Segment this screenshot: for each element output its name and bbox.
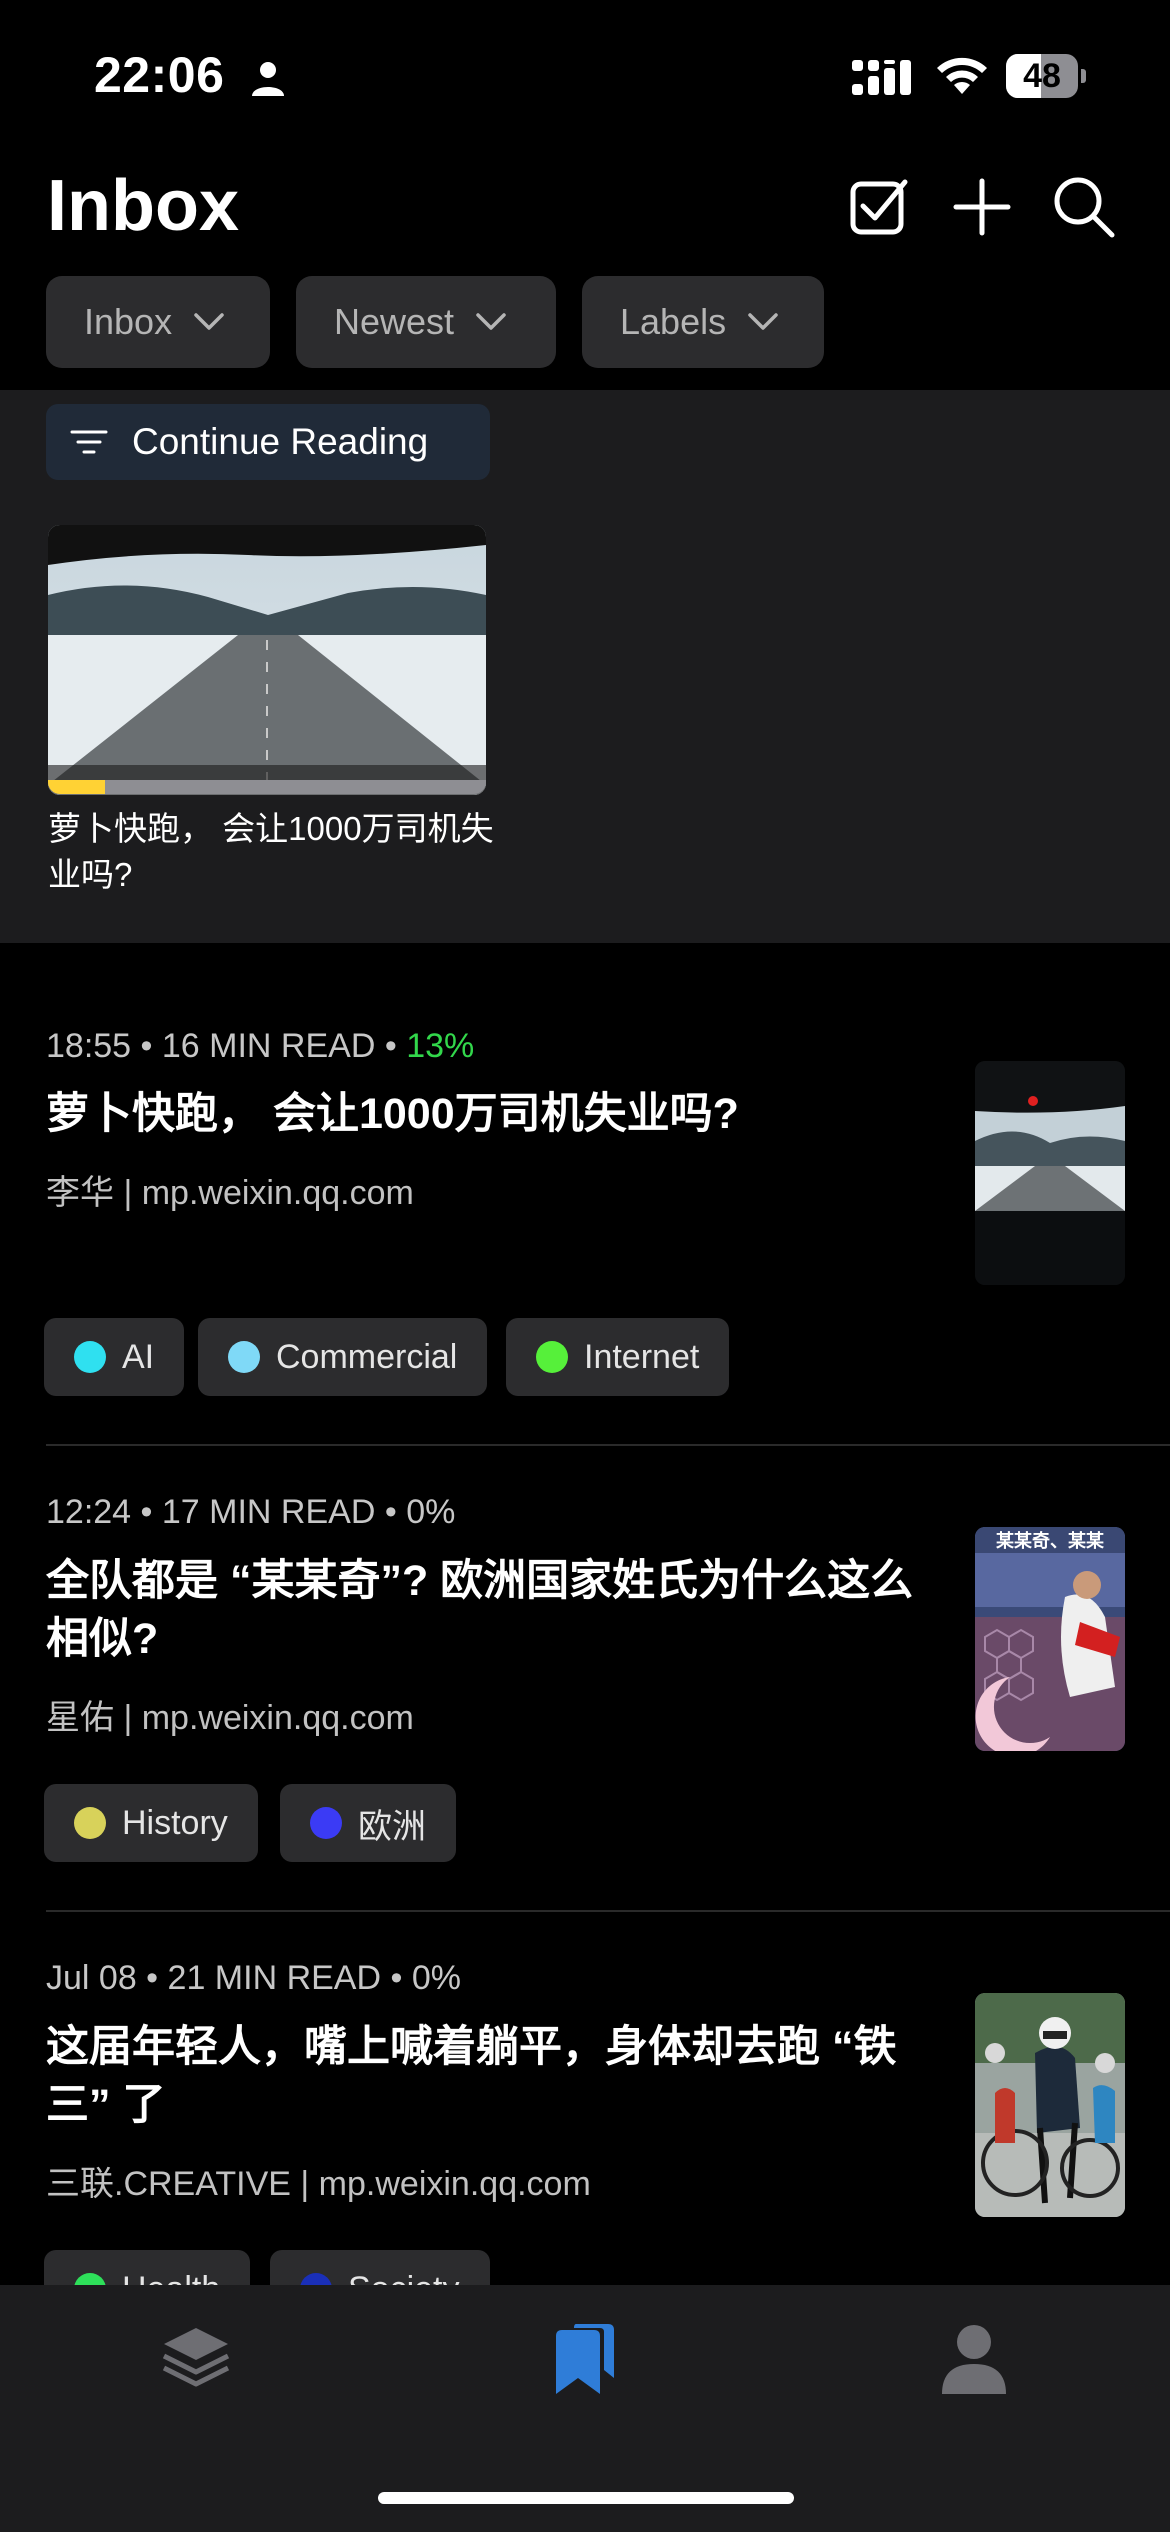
- winter-highway-image: [975, 1061, 1125, 1285]
- article-read-percent: 0%: [406, 1493, 456, 1531]
- label-name: 欧洲: [358, 1807, 426, 1846]
- article-source: 三联.CREATIVE | mp.weixin.qq.com: [46, 2165, 591, 2203]
- filter-label: Inbox: [84, 301, 173, 342]
- label-color-dot: [536, 1341, 568, 1373]
- status-time: 22:06: [94, 47, 225, 103]
- filter-inbox-dropdown[interactable]: Inbox: [46, 276, 270, 368]
- article-time: 18:55: [46, 1027, 132, 1065]
- article-source: 李华 | mp.weixin.qq.com: [46, 1174, 414, 1212]
- cellular-signal-icon: [852, 60, 911, 95]
- filter-label: Newest: [334, 301, 455, 342]
- checkbox-icon[interactable]: [845, 172, 915, 242]
- article-thumbnail[interactable]: 某某奇、某某: [975, 1527, 1125, 1751]
- reading-progress-bar: [48, 780, 486, 794]
- article-read-time: 16 MIN READ: [161, 1027, 376, 1065]
- triathlon-cyclist-image: [975, 1993, 1125, 2217]
- label-name: Commercial: [276, 1337, 458, 1376]
- label-chip-europe[interactable]: 欧洲: [280, 1784, 456, 1862]
- library-icon[interactable]: [158, 2320, 234, 2396]
- continue-reading-label: Continue Reading: [132, 421, 429, 462]
- filter-sort-dropdown[interactable]: Newest: [296, 276, 556, 368]
- page-title: Inbox: [47, 166, 239, 246]
- label-name: Internet: [584, 1337, 700, 1376]
- article-title[interactable]: 萝卜快跑， 会让1000万司机失业吗?: [46, 1085, 926, 1143]
- thumbnail-caption: 某某奇、某某: [996, 1530, 1105, 1552]
- filter-label: Labels: [620, 301, 727, 342]
- article-read-time: 21 MIN READ: [167, 1959, 382, 1997]
- article-read-time: 17 MIN READ: [161, 1493, 376, 1531]
- label-name: History: [122, 1803, 228, 1842]
- article-thumbnail[interactable]: [975, 1061, 1125, 1285]
- article-meta: Jul 08 • 21 MIN READ • 0%: [46, 1959, 461, 1997]
- continue-reading-button[interactable]: Continue Reading: [46, 404, 490, 480]
- filter-labels-dropdown[interactable]: Labels: [582, 276, 824, 368]
- wifi-icon: [937, 57, 987, 94]
- label-color-dot: [74, 1341, 106, 1373]
- label-color-dot: [310, 1807, 342, 1839]
- label-color-dot: [228, 1341, 260, 1373]
- bookmarks-icon[interactable]: [546, 2320, 622, 2396]
- person-icon: [252, 62, 284, 96]
- article-read-percent: 0%: [411, 1959, 461, 1997]
- article-source: 星佑 | mp.weixin.qq.com: [46, 1699, 414, 1737]
- label-chip-commercial[interactable]: Commercial: [198, 1318, 488, 1396]
- chevron-down-icon: [476, 313, 506, 330]
- label-color-dot: [74, 1807, 106, 1839]
- cycling-team-image: 某某奇、某某: [975, 1527, 1125, 1751]
- list-divider: [46, 1910, 1170, 1912]
- chevron-down-icon: [194, 313, 224, 330]
- plus-icon[interactable]: [947, 172, 1017, 242]
- battery-indicator: 48: [1006, 54, 1086, 98]
- profile-icon[interactable]: [936, 2320, 1012, 2396]
- article-title[interactable]: 这届年轻人，嘴上喊着躺平，身体却去跑 “铁三” 了: [46, 2018, 926, 2134]
- article-time: Jul 08: [46, 1959, 137, 1997]
- home-indicator: [378, 2492, 794, 2504]
- label-chip-internet[interactable]: Internet: [506, 1318, 730, 1396]
- label-chip-ai[interactable]: AI: [44, 1318, 185, 1396]
- article-read-percent: 13%: [406, 1027, 475, 1065]
- article-time: 12:24: [46, 1493, 132, 1531]
- article-meta: 18:55 • 16 MIN READ • 13%: [46, 1027, 475, 1065]
- list-filter-icon: [70, 430, 108, 454]
- reading-progress-fill: [48, 780, 105, 794]
- continue-reading-title[interactable]: 萝卜快跑， 会让1000万司机失业吗?: [48, 806, 498, 898]
- continue-reading-thumbnail[interactable]: [48, 525, 486, 795]
- search-icon[interactable]: [1049, 172, 1119, 242]
- label-chip-history[interactable]: History: [44, 1784, 258, 1862]
- label-name: AI: [122, 1337, 155, 1376]
- article-title[interactable]: 全队都是 “某某奇”? 欧洲国家姓氏为什么这么相似?: [46, 1552, 946, 1668]
- winter-highway-image: [48, 525, 486, 795]
- article-meta: 12:24 • 17 MIN READ • 0%: [46, 1493, 456, 1531]
- chevron-down-icon: [748, 313, 778, 330]
- article-thumbnail[interactable]: [975, 1993, 1125, 2217]
- battery-level-text: 48: [1023, 57, 1061, 95]
- list-divider: [46, 1444, 1170, 1446]
